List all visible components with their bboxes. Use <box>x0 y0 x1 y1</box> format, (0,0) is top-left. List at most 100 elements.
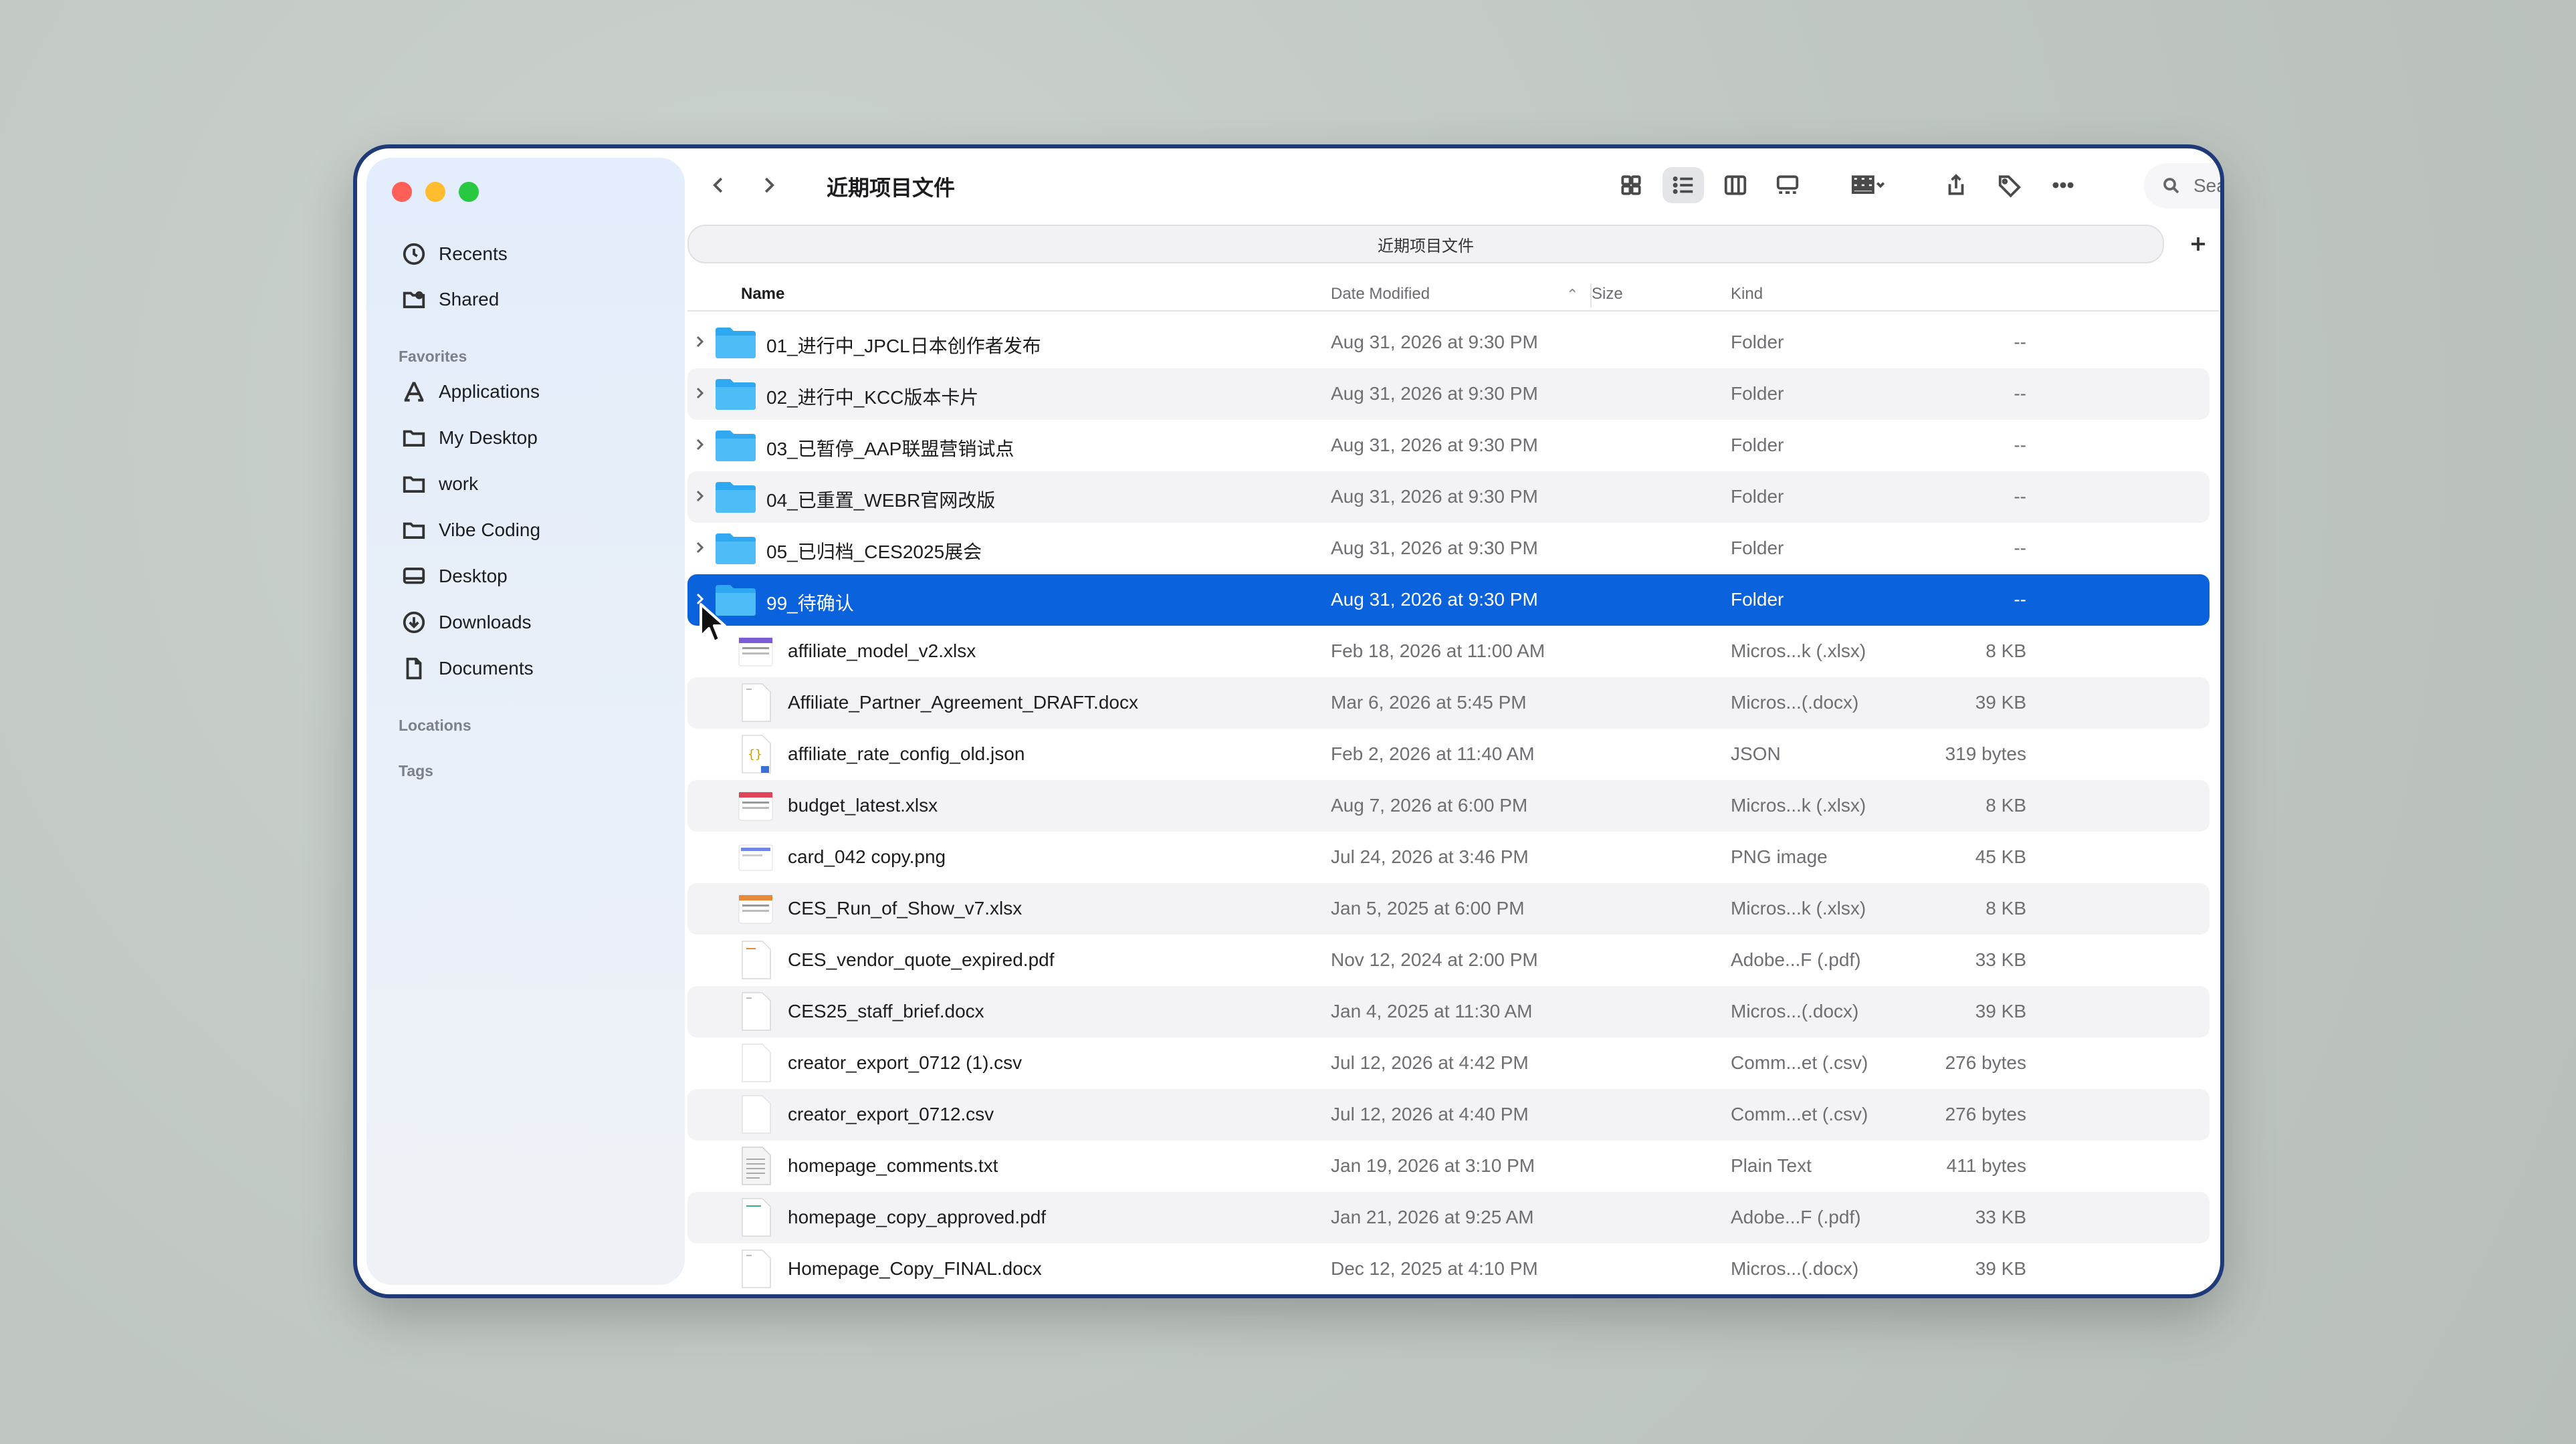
file-name: card_042 copy.png <box>788 846 946 867</box>
folder-row[interactable]: 99_待确认 Aug 31, 2026 at 9:30 PM -- Folder <box>687 574 2210 626</box>
file-kind: Adobe...F (.pdf) <box>1731 1207 1861 1227</box>
forward-button[interactable] <box>752 168 785 202</box>
file-row[interactable]: {} affiliate_rate_config_old.json Feb 2, 2… <box>687 729 2210 780</box>
file-icon <box>738 940 773 981</box>
file-kind: JSON <box>1731 743 1781 764</box>
group-grid-icon <box>1851 175 1885 194</box>
folder-row[interactable]: 01_进行中_JPCL日本创作者发布 Aug 31, 2026 at 9:30 P… <box>687 317 2210 368</box>
file-name: homepage_comments.txt <box>788 1155 998 1176</box>
disclosure-chevron-icon[interactable] <box>691 487 710 506</box>
disclosure-chevron-icon[interactable] <box>691 539 710 558</box>
file-size: 276 bytes <box>1945 1104 2026 1124</box>
sidebar-item-documents[interactable]: Documents <box>400 651 534 686</box>
list-view-button[interactable] <box>1662 167 1704 203</box>
file-row[interactable]: card_042 copy.png Jul 24, 2026 at 3:46 PM… <box>687 832 2210 883</box>
name-column-header[interactable]: Name <box>741 285 784 304</box>
file-size: -- <box>2014 332 2026 352</box>
disclosure-chevron-icon[interactable] <box>691 333 710 352</box>
file-name: 02_进行中_KCC版本卡片 <box>766 387 979 408</box>
column-header: Name ⌃ Date Modified Size Kind <box>687 279 2219 312</box>
file-size: 319 bytes <box>1945 743 2026 764</box>
applications-icon <box>400 378 428 406</box>
column-view-button[interactable] <box>1715 167 1756 203</box>
file-kind: Folder <box>1731 435 1784 455</box>
date-modified: Jan 21, 2026 at 9:25 AM <box>1331 1207 1534 1227</box>
file-row[interactable]: homepage_copy_approved.pdf Jan 21, 2026 a… <box>687 1192 2210 1243</box>
more-button[interactable] <box>2042 167 2084 203</box>
file-kind: Micros...(.docx) <box>1731 1001 1859 1021</box>
tag-button[interactable] <box>1989 167 2030 203</box>
zoom-window-button[interactable] <box>459 182 479 202</box>
sidebar-item-my-desktop[interactable]: My Desktop <box>400 420 538 455</box>
columns-icon <box>1724 175 1747 195</box>
sidebar-item-shared[interactable]: Shared <box>400 282 499 317</box>
search-icon <box>2163 178 2179 194</box>
file-row[interactable]: creator_export_0712 (1).csv Jul 12, 2026 … <box>687 1038 2210 1089</box>
file-icon <box>738 888 773 930</box>
path-tab[interactable]: 近期项目文件 <box>687 225 2164 263</box>
date-modified: Dec 12, 2025 at 4:10 PM <box>1331 1258 1538 1279</box>
path-tab-label: 近期项目文件 <box>1378 237 1474 255</box>
disclosure-chevron-icon[interactable] <box>691 436 710 455</box>
sidebar-item-label: Desktop <box>439 566 508 586</box>
folder-row[interactable]: 03_已暂停_AAP联盟营销试点 Aug 31, 2026 at 9:30 PM -… <box>687 420 2210 471</box>
sidebar-item-applications[interactable]: Applications <box>400 374 540 409</box>
back-button[interactable] <box>702 168 736 202</box>
file-size: -- <box>2014 435 2026 455</box>
group-by-button[interactable] <box>1839 167 1897 203</box>
folder-icon <box>400 516 428 544</box>
file-row[interactable]: CES25_staff_brief.docx Jan 4, 2025 at 11:… <box>687 986 2210 1038</box>
clock-icon <box>400 240 428 268</box>
icon-view-button[interactable] <box>1610 167 1652 203</box>
sidebar-item-label: Vibe Coding <box>439 519 541 540</box>
file-size: 33 KB <box>1975 949 2026 970</box>
date-column-header[interactable]: Date Modified <box>1331 285 1430 304</box>
file-size: -- <box>2014 537 2026 558</box>
locations-heading[interactable]: Locations <box>399 717 471 735</box>
file-kind: Micros...k (.xlsx) <box>1731 640 1866 661</box>
sidebar-item-vibe-coding[interactable]: Vibe Coding <box>400 513 540 548</box>
file-size: 45 KB <box>1975 846 2026 867</box>
file-size: -- <box>2014 486 2026 507</box>
folder-row[interactable]: 02_进行中_KCC版本卡片 Aug 31, 2026 at 9:30 PM -- F… <box>687 368 2210 420</box>
file-row[interactable]: Affiliate_Partner_Agreement_DRAFT.docx Ma… <box>687 677 2210 729</box>
file-row[interactable]: budget_latest.xlsx Aug 7, 2026 at 6:00 PM… <box>687 780 2210 832</box>
disclosure-chevron-icon[interactable] <box>691 384 710 403</box>
file-size: 8 KB <box>1985 640 2026 661</box>
minimize-window-button[interactable] <box>425 182 445 202</box>
file-row[interactable]: homepage_comments.txt Jan 19, 2026 at 3:1… <box>687 1140 2210 1192</box>
date-modified: Jan 5, 2025 at 6:00 PM <box>1331 898 1525 919</box>
file-icon <box>738 683 773 724</box>
search-input[interactable]: Search <box>2144 163 2220 209</box>
file-icon <box>738 837 773 878</box>
size-column-header[interactable]: Size <box>1592 285 1623 304</box>
folder-row[interactable]: 04_已重置_WEBR官网改版 Aug 31, 2026 at 9:30 PM --… <box>687 471 2210 523</box>
share-button[interactable] <box>1935 167 1977 203</box>
kind-column-header[interactable]: Kind <box>1731 285 1763 304</box>
file-kind: Folder <box>1731 332 1784 352</box>
sidebar-item-work[interactable]: work <box>400 467 478 501</box>
file-row[interactable]: affiliate_model_v2.xlsx Feb 18, 2026 at 1… <box>687 626 2210 677</box>
sidebar-item-label: Downloads <box>439 612 532 632</box>
close-window-button[interactable] <box>392 182 412 202</box>
file-row[interactable]: CES_Run_of_Show_v7.xlsx Jan 5, 2025 at 6:… <box>687 883 2210 935</box>
sidebar-item-desktop[interactable]: Desktop <box>400 559 508 594</box>
sidebar-item-recents[interactable]: Recents <box>400 237 508 271</box>
file-size: 411 bytes <box>1946 1155 2026 1176</box>
folder-row[interactable]: 05_已归档_CES2025展会 Aug 31, 2026 at 9:30 PM -… <box>687 523 2210 574</box>
file-kind: Folder <box>1731 486 1784 507</box>
date-modified: Feb 18, 2026 at 11:00 AM <box>1331 640 1545 661</box>
sidebar-item-downloads[interactable]: Downloads <box>400 605 532 640</box>
new-tab-button[interactable] <box>2180 226 2216 262</box>
date-modified: Aug 31, 2026 at 9:30 PM <box>1331 589 1538 610</box>
file-row[interactable]: Homepage_Copy_FINAL.docx Dec 12, 2025 at … <box>687 1243 2210 1294</box>
file-name: 01_进行中_JPCL日本创作者发布 <box>766 336 1041 356</box>
date-modified: Jan 4, 2025 at 11:30 AM <box>1331 1001 1533 1021</box>
gallery-view-button[interactable] <box>1767 167 1808 203</box>
file-size: -- <box>2014 383 2026 404</box>
file-row[interactable]: CES_vendor_quote_expired.pdf Nov 12, 2024… <box>687 935 2210 986</box>
file-row[interactable]: creator_export_0712.csv Jul 12, 2026 at 4… <box>687 1089 2210 1140</box>
file-size: 39 KB <box>1975 1001 2026 1021</box>
tags-heading[interactable]: Tags <box>399 762 433 780</box>
shared-folder-icon <box>400 285 428 314</box>
